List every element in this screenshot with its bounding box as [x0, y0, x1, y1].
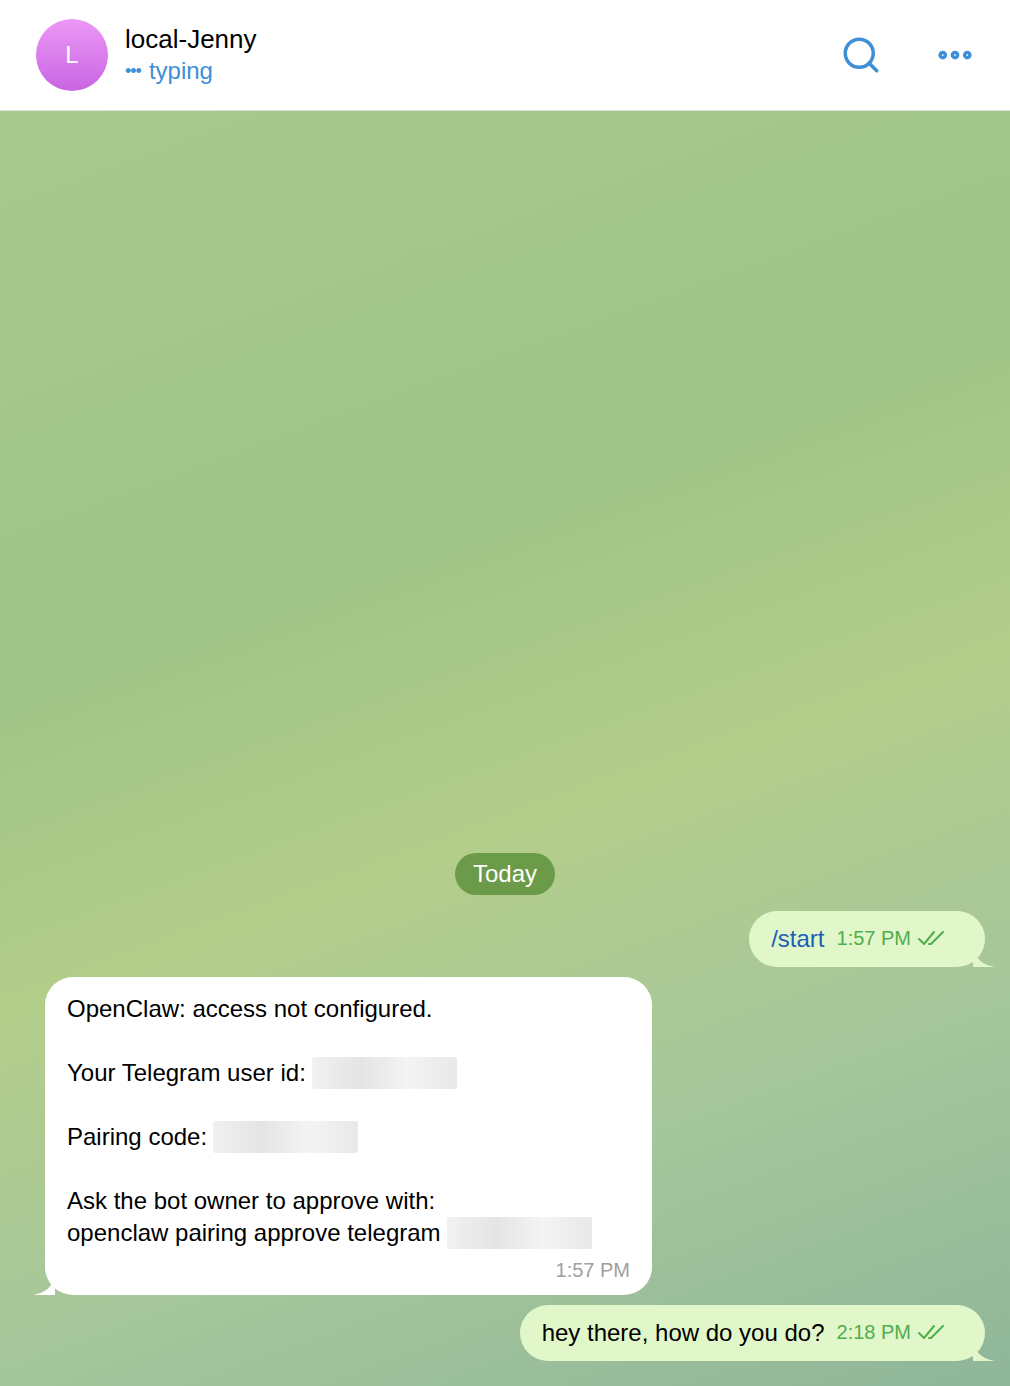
- search-icon[interactable]: [840, 34, 882, 76]
- read-check-icon: [917, 1323, 947, 1341]
- bubble-tail-icon: [973, 1341, 995, 1361]
- message-line: /start: [771, 923, 824, 955]
- redacted-value: [312, 1057, 457, 1089]
- message-paragraph: Ask the bot owner to approve with:opencl…: [67, 1185, 630, 1249]
- message-paragraph: Pairing code:: [67, 1121, 630, 1153]
- more-icon[interactable]: [934, 34, 976, 76]
- chat-header: Llocal-Jenny•••typing: [0, 0, 1010, 111]
- outgoing-message[interactable]: /start 1:57 PM: [749, 911, 985, 967]
- message-area: Today/start 1:57 PM OpenClaw: access not c…: [0, 111, 1010, 1386]
- outgoing-message[interactable]: hey there, how do you do? 2:18 PM: [520, 1305, 985, 1361]
- message-line: Pairing code:: [67, 1121, 630, 1153]
- bubble-tail-icon: [33, 1275, 55, 1295]
- redacted-value: [447, 1217, 592, 1249]
- message-line: OpenClaw: access not configured.: [67, 993, 630, 1025]
- message-line: Ask the bot owner to approve with:: [67, 1185, 630, 1217]
- message-paragraph: hey there, how do you do?: [542, 1317, 825, 1349]
- redacted-value: [213, 1121, 358, 1153]
- chat-screen: Llocal-Jenny•••typing Today/start 1:57 PM O…: [0, 0, 1010, 1386]
- message-body: /start: [771, 923, 824, 955]
- chat-title: local-Jenny: [125, 23, 257, 55]
- date-divider: Today: [455, 853, 555, 895]
- message-meta: 1:57 PM: [837, 923, 947, 955]
- message-body: OpenClaw: access not configured. Your Tel…: [67, 993, 630, 1249]
- message-line: Your Telegram user id:: [67, 1057, 630, 1089]
- message-meta: 1:57 PM: [67, 1255, 630, 1285]
- avatar[interactable]: L: [36, 19, 108, 91]
- incoming-message[interactable]: OpenClaw: access not configured. Your Tel…: [45, 977, 652, 1295]
- message-line: openclaw pairing approve telegram: [67, 1217, 630, 1249]
- message-meta: 2:18 PM: [837, 1317, 947, 1349]
- chat-title-block[interactable]: local-Jenny•••typing: [125, 23, 257, 87]
- message-paragraph: /start: [771, 923, 824, 955]
- typing-status: •••typing: [125, 55, 257, 87]
- message-body: hey there, how do you do?: [542, 1317, 825, 1349]
- message-paragraph: Your Telegram user id:: [67, 1057, 630, 1089]
- message-paragraph: OpenClaw: access not configured.: [67, 993, 630, 1025]
- read-check-icon: [917, 929, 947, 947]
- bubble-tail-icon: [973, 947, 995, 967]
- message-line: hey there, how do you do?: [542, 1317, 825, 1349]
